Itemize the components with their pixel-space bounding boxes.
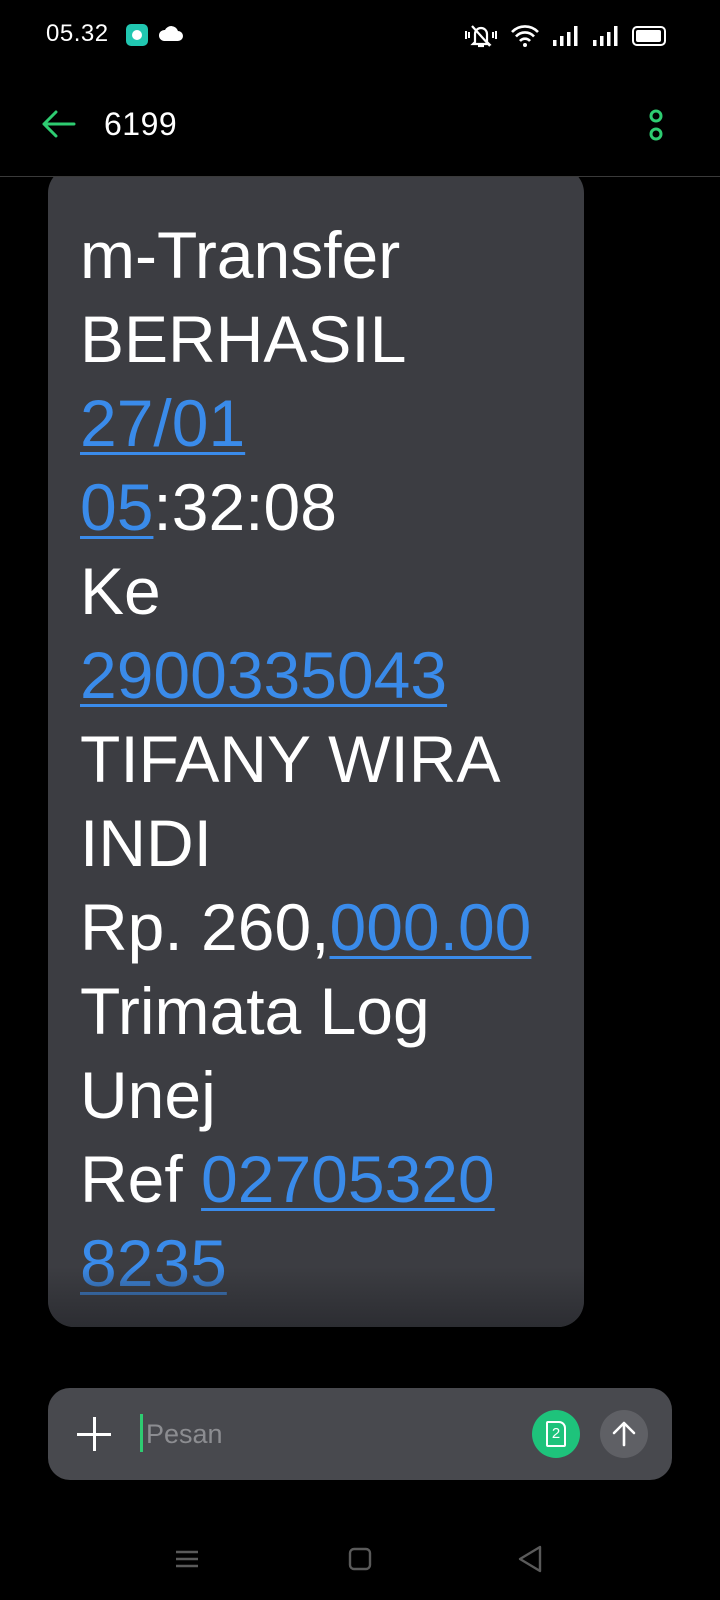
message-text: TIFANY WIRA	[80, 722, 501, 796]
status-time: 05.32	[46, 20, 109, 47]
message-text: Trimata Log	[80, 974, 430, 1048]
cloud-icon	[158, 26, 183, 41]
status-icons	[464, 22, 666, 50]
message-line: Trimata Log	[80, 969, 554, 1053]
message-link[interactable]: 000.00	[330, 890, 532, 964]
message-text: INDI	[80, 806, 212, 880]
message-text: :32:08	[153, 470, 337, 544]
message-line: INDI	[80, 801, 554, 885]
message-line: 05:32:08	[80, 465, 554, 549]
message-line: TIFANY WIRA	[80, 717, 554, 801]
battery-icon	[632, 26, 666, 46]
more-options-button[interactable]	[644, 108, 668, 142]
text-cursor	[140, 1414, 143, 1452]
message-line: Rp. 260,000.00	[80, 885, 554, 969]
signal-2-icon	[593, 26, 618, 46]
sim-select-button[interactable]: 2	[532, 1410, 580, 1458]
message-line: 2900335043	[80, 633, 554, 717]
conversation-header: 6199	[0, 72, 720, 177]
message-line: BERHASIL	[80, 297, 554, 381]
message-line: 27/01	[80, 381, 554, 465]
add-attachment-button[interactable]	[74, 1414, 114, 1454]
message-line: Ref 02705320	[80, 1137, 554, 1221]
recent-apps-icon[interactable]	[174, 1546, 200, 1572]
contact-title: 6199	[104, 106, 178, 142]
message-text: Unej	[80, 1058, 216, 1132]
arrow-up-icon	[612, 1421, 636, 1447]
battery-fill	[636, 30, 661, 42]
message-link[interactable]: 05	[80, 470, 153, 544]
back-triangle-icon[interactable]	[516, 1544, 544, 1574]
arrow-left-icon	[42, 110, 76, 138]
notification-app-icon	[126, 24, 148, 46]
message-line: Ke	[80, 549, 554, 633]
message-text: Ke	[80, 554, 161, 628]
more-vertical-icon	[649, 109, 663, 141]
message-link[interactable]: 27/01	[80, 386, 245, 460]
message-bubble[interactable]: m-Transfer BERHASIL 27/01 05:32:08 Ke 2900335…	[48, 177, 584, 1327]
message-link[interactable]: 2900335043	[80, 638, 447, 712]
wifi-icon	[511, 25, 539, 47]
home-square-icon[interactable]	[348, 1546, 372, 1572]
signal-1-icon	[553, 26, 578, 46]
status-bar: 05.32	[0, 0, 720, 72]
send-button[interactable]	[600, 1410, 648, 1458]
message-link[interactable]: 02705320	[201, 1142, 495, 1216]
message-list[interactable]: m-Transfer BERHASIL 27/01 05:32:08 Ke 2900335…	[0, 177, 720, 1357]
bubble-fade	[48, 1267, 584, 1327]
sim-card-icon: 2	[546, 1421, 566, 1447]
message-body: m-Transfer BERHASIL 27/01 05:32:08 Ke 2900335…	[80, 213, 554, 1305]
message-text: m-Transfer	[80, 218, 401, 292]
message-text: Rp. 260,	[80, 890, 330, 964]
message-input[interactable]	[140, 1408, 506, 1460]
back-button[interactable]	[38, 106, 78, 142]
bell-off-icon	[465, 25, 497, 48]
message-line: m-Transfer	[80, 213, 554, 297]
message-text: BERHASIL	[80, 302, 407, 376]
message-text: Ref	[80, 1142, 202, 1216]
message-line: Unej	[80, 1053, 554, 1137]
message-composer: 2	[48, 1388, 672, 1480]
system-nav-bar	[0, 1520, 720, 1600]
